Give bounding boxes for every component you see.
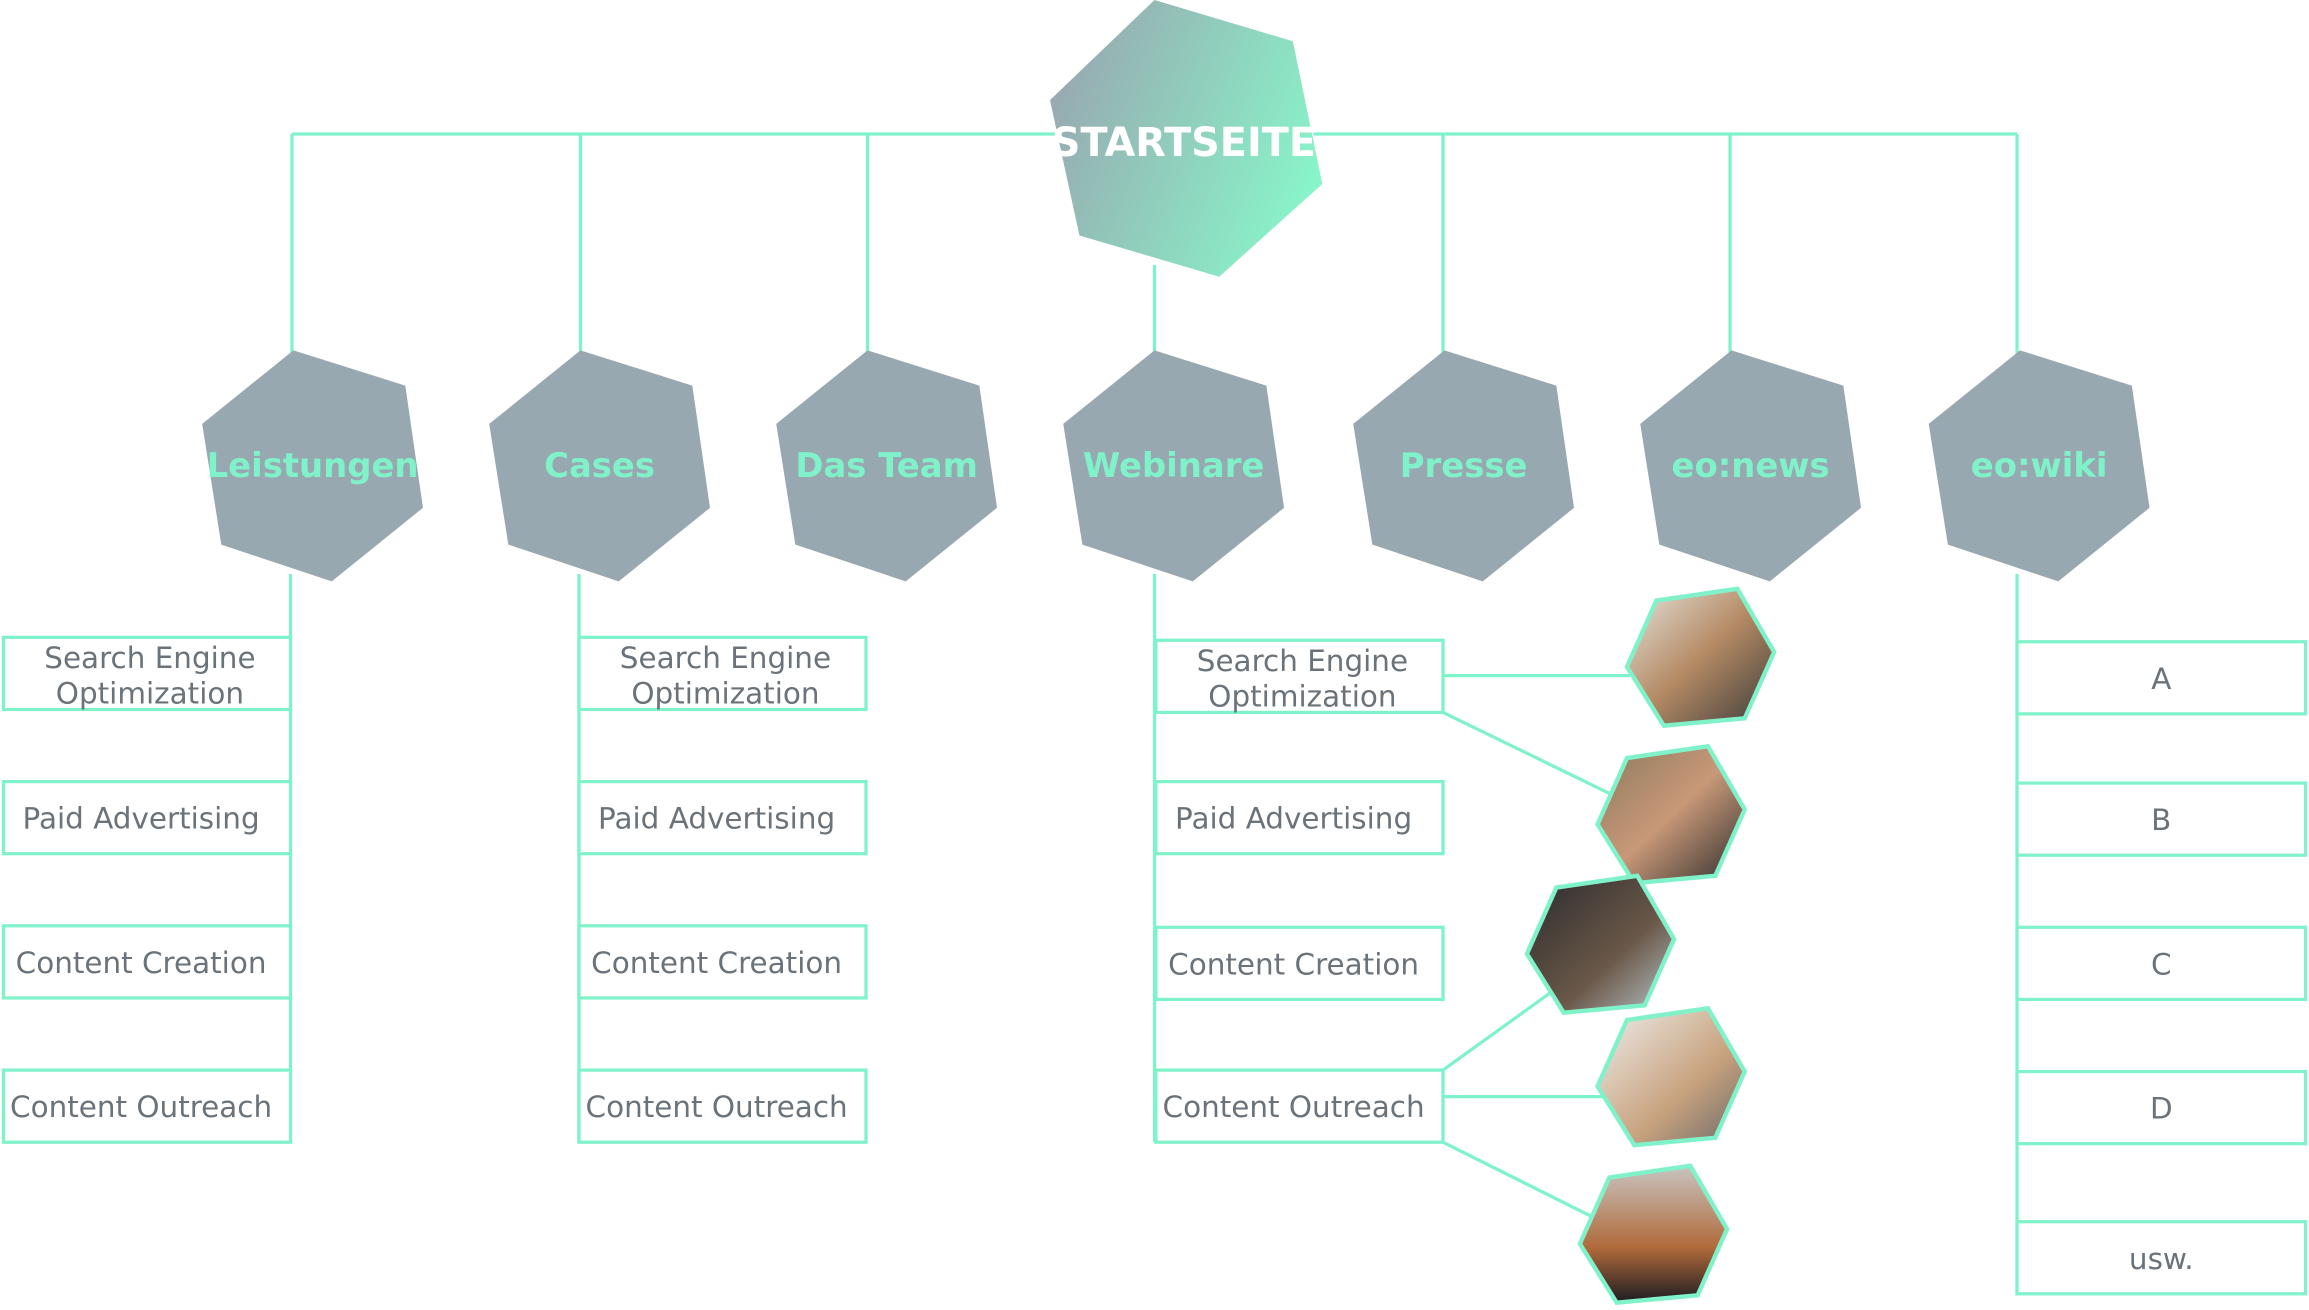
sitemap-diagram: Search EngineOptimizationPaid Advertisin… <box>1 0 2308 1305</box>
subpage-box[interactable]: usw. <box>2015 1220 2308 1296</box>
subpage-box[interactable]: Content Outreach <box>1 1068 293 1144</box>
subpage-box[interactable]: Search EngineOptimization <box>577 635 868 712</box>
root-label: STARTSEITE <box>1052 120 1316 166</box>
man-with-laptop-photo <box>1524 873 1677 1015</box>
subpage-label-line2: Optimization <box>1208 680 1396 714</box>
subpage-box[interactable]: Content Outreach <box>577 1068 868 1144</box>
section-label: Das Team <box>795 446 978 485</box>
subpage-label: Content Outreach <box>1163 1090 1425 1124</box>
section-label: eo:wiki <box>1971 446 2108 485</box>
subpage-label: Content Creation <box>16 946 267 980</box>
subpage-label: A <box>2151 662 2171 696</box>
subpage-box[interactable]: B <box>2015 781 2308 857</box>
section-node-leistungen[interactable]: Leistungen <box>202 350 423 582</box>
subpage-label-line1: Search Engine <box>44 641 255 675</box>
subpage-box[interactable]: Search EngineOptimization <box>1 635 293 712</box>
section-label: Cases <box>544 446 655 485</box>
woman-with-headset-photo <box>1624 586 1777 728</box>
subpage-label: Content Outreach <box>586 1090 848 1124</box>
subpage-label: D <box>2150 1092 2173 1126</box>
subpage-label-line1: Search Engine <box>1197 644 1408 678</box>
root-node-startseite[interactable]: STARTSEITE <box>1049 0 1323 277</box>
subpage-label: B <box>2151 803 2171 837</box>
subpage-box[interactable]: Search EngineOptimization <box>1154 638 1445 715</box>
subpage-label: Content Creation <box>1168 947 1419 981</box>
section-node-cases[interactable]: Cases <box>489 350 710 582</box>
connector-line <box>1442 989 1555 1072</box>
subpage-label-line1: Search Engine <box>620 641 831 675</box>
connector-line <box>1442 710 1613 797</box>
subpage-box[interactable]: Content Creation <box>1154 925 1445 1002</box>
subpage-label: Paid Advertising <box>598 802 835 836</box>
subpage-box[interactable]: Content Creation <box>1 924 293 1000</box>
man-with-headset-photo <box>1595 743 1748 886</box>
subpage-label-line2: Optimization <box>631 677 819 711</box>
section-label: Leistungen <box>207 446 419 485</box>
woman-at-desk-photo <box>1595 1005 1748 1148</box>
subpage-label: Paid Advertising <box>1175 802 1412 836</box>
subpage-label: usw. <box>2129 1242 2194 1276</box>
subpage-box[interactable]: C <box>2015 925 2308 1002</box>
section-node-presse[interactable]: Presse <box>1353 350 1574 582</box>
subpage-box[interactable]: Content Creation <box>577 924 868 1000</box>
section-node-eo-news[interactable]: eo:news <box>1640 350 1862 582</box>
subpage-box[interactable]: Paid Advertising <box>1 779 293 856</box>
subpage-box[interactable]: A <box>2015 640 2308 716</box>
subpage-label: C <box>2151 947 2172 981</box>
section-label: eo:news <box>1672 446 1830 485</box>
section-label: Presse <box>1400 446 1528 485</box>
subpage-label-line2: Optimization <box>56 677 244 711</box>
subpage-label: Content Outreach <box>10 1090 272 1124</box>
subpage-label: Content Creation <box>591 946 842 980</box>
section-node-webinare[interactable]: Webinare <box>1063 350 1285 582</box>
section-node-das-team[interactable]: Das Team <box>776 350 998 582</box>
section-node-eo-wiki[interactable]: eo:wiki <box>1928 350 2150 582</box>
section-label: Webinare <box>1083 446 1264 485</box>
subpage-box[interactable]: D <box>2015 1069 2308 1146</box>
person-at-window-photo <box>1577 1163 1730 1305</box>
connector-lines <box>288 132 2019 1296</box>
connector-line <box>1442 1140 1591 1218</box>
subpage-box[interactable]: Paid Advertising <box>577 779 868 856</box>
subpage-box[interactable]: Paid Advertising <box>1154 779 1445 856</box>
subpage-label: Paid Advertising <box>23 802 260 836</box>
subpage-box[interactable]: Content Outreach <box>1154 1068 1445 1144</box>
